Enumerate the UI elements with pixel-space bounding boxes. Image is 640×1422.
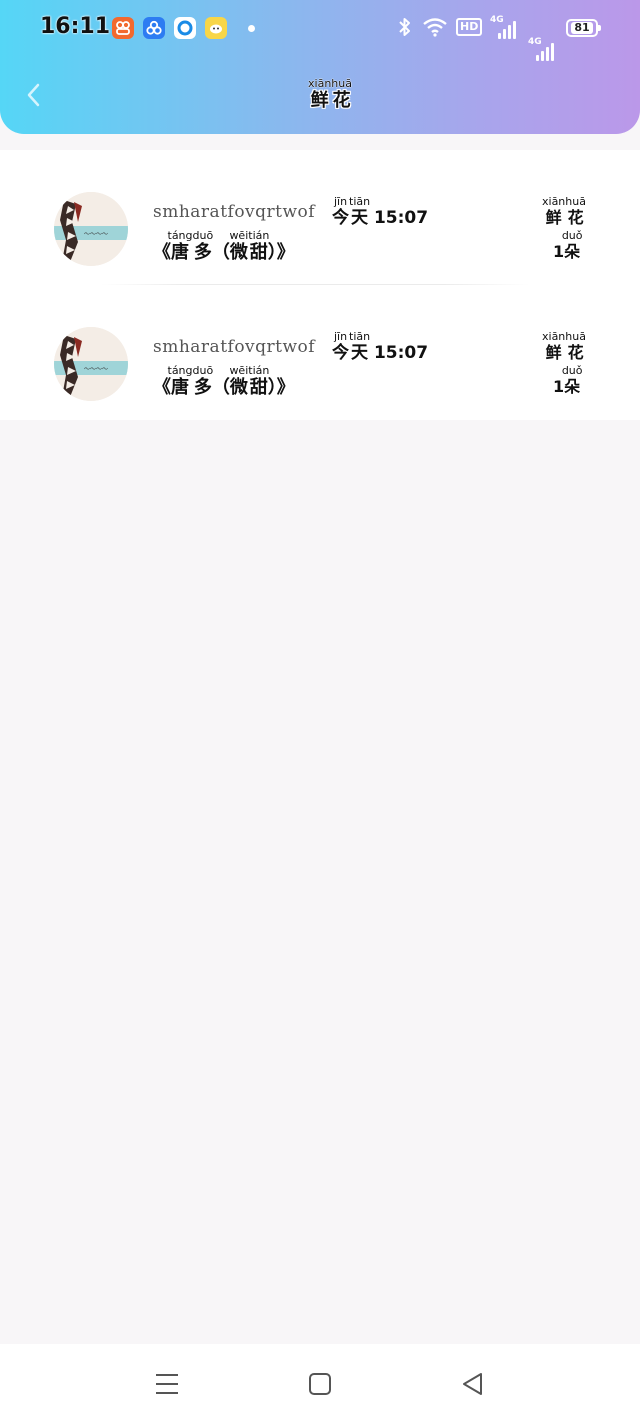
username: smharatfovqrtwof bbox=[153, 202, 316, 222]
user-avatar[interactable]: ～～～～ bbox=[54, 327, 128, 401]
gift-row[interactable]: ～～～～ smharatfovqrtwof 今jīn天tiān 15:07 鲜x… bbox=[0, 150, 640, 285]
gift-type-label: 鲜xiān花huā bbox=[542, 195, 586, 227]
app-icon-blue bbox=[143, 17, 165, 39]
username: smharatfovqrtwof bbox=[153, 337, 316, 357]
gift-type-label: 鲜xiān花huā bbox=[542, 330, 586, 362]
gift-count: 1朵duǒ bbox=[553, 364, 583, 396]
battery-icon: 81 bbox=[566, 19, 601, 37]
app-icon-yellow bbox=[205, 17, 227, 39]
home-button[interactable] bbox=[302, 1366, 338, 1402]
system-navigation-bar bbox=[0, 1344, 640, 1422]
gift-count: 1朵duǒ bbox=[553, 229, 583, 261]
notification-dot-icon bbox=[248, 25, 255, 32]
triangle-back-icon bbox=[463, 1373, 482, 1395]
gift-row[interactable]: ～～～～ smharatfovqrtwof 今jīn天tiān 15:07 鲜x… bbox=[0, 285, 640, 420]
app-icon-white-circle bbox=[174, 17, 196, 39]
flower-gift-list: ～～～～ smharatfovqrtwof 今jīn天tiān 15:07 鲜x… bbox=[0, 150, 640, 420]
wifi-icon bbox=[422, 15, 448, 39]
svg-text:～～～～: ～～～～ bbox=[84, 231, 108, 238]
system-back-button[interactable] bbox=[455, 1366, 491, 1402]
menu-icon bbox=[156, 1374, 178, 1394]
signal-4g-icon-2: 4G bbox=[528, 37, 554, 61]
recent-apps-button[interactable] bbox=[149, 1366, 185, 1402]
book-title[interactable]: 《唐táng多duō（微wēi甜tián）》 bbox=[153, 230, 295, 264]
chevron-left-icon bbox=[27, 83, 40, 107]
signal-4g-icon-1: 4G bbox=[490, 15, 516, 39]
status-bar: 16:11 HD 4G 4G 81 bbox=[0, 0, 640, 61]
back-button[interactable] bbox=[18, 78, 48, 112]
user-avatar[interactable]: ～～～～ bbox=[54, 192, 128, 266]
gift-time: 今jīn天tiān 15:07 bbox=[332, 195, 429, 228]
battery-level: 81 bbox=[571, 22, 593, 34]
hd-voice-icon: HD bbox=[456, 18, 483, 36]
gift-time: 今jīn天tiān 15:07 bbox=[332, 330, 429, 363]
status-time: 16:11 bbox=[40, 14, 111, 39]
page-title: 鲜xiān花huā bbox=[308, 77, 352, 111]
bluetooth-icon bbox=[395, 15, 415, 39]
svg-text:～～～～: ～～～～ bbox=[84, 366, 108, 373]
home-square-icon bbox=[309, 1373, 331, 1395]
app-icon-orange bbox=[112, 17, 134, 39]
book-title[interactable]: 《唐táng多duō（微wēi甜tián）》 bbox=[153, 365, 295, 399]
